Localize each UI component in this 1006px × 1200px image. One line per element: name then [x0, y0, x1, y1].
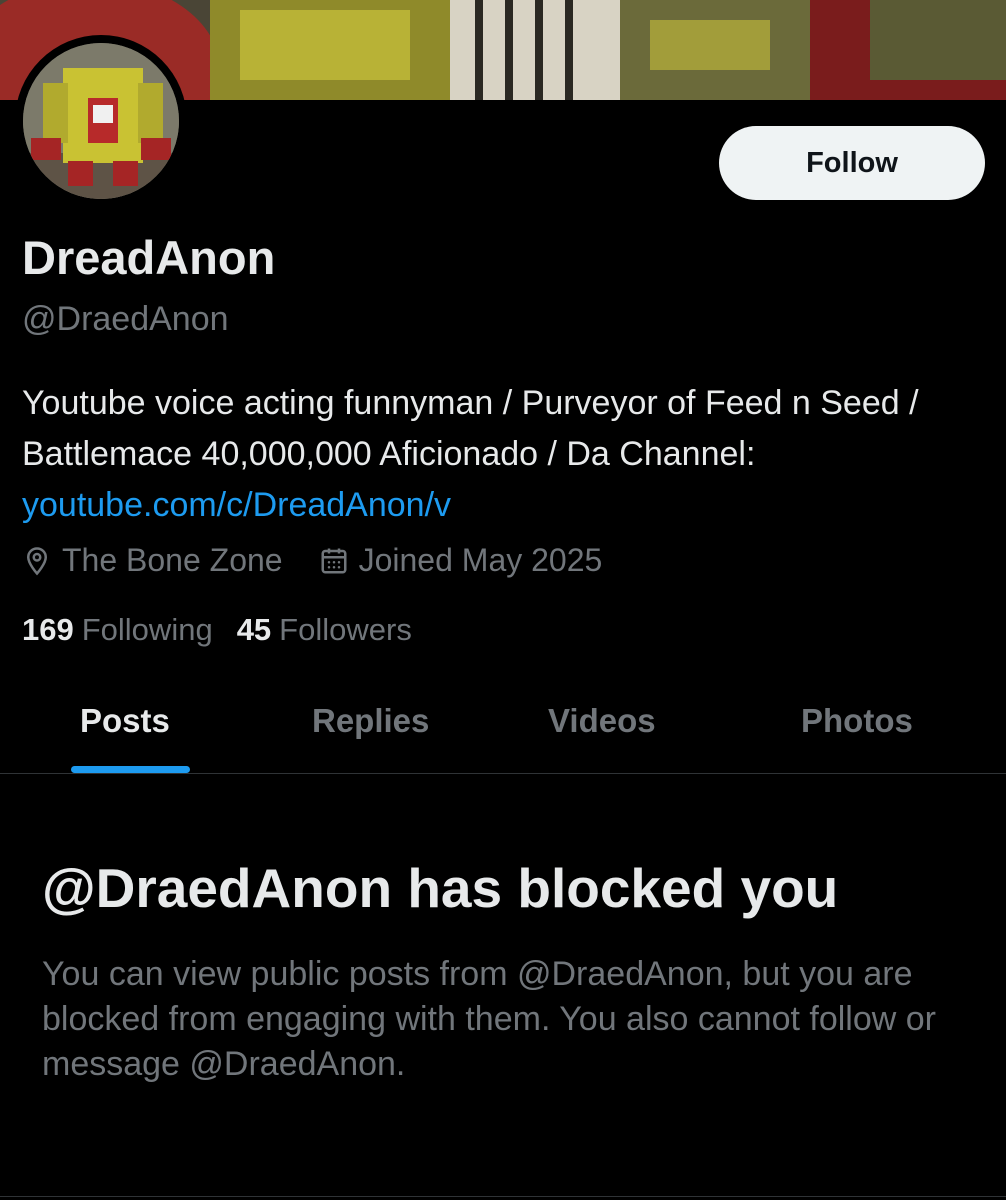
- following-label: Following: [81, 612, 213, 647]
- active-tab-indicator: [71, 766, 190, 773]
- display-name: DreadAnon: [22, 231, 276, 284]
- calendar-icon: [321, 548, 347, 573]
- follow-button[interactable]: Follow: [719, 126, 985, 200]
- follow-counts: 169 Following 45 Followers: [22, 612, 436, 648]
- bio-text: Youtube voice acting funnyman / Purveyor…: [22, 384, 919, 473]
- followers-link[interactable]: 45 Followers: [237, 612, 412, 648]
- joined-text: Joined May 2025: [358, 542, 603, 578]
- tab-replies[interactable]: Replies: [312, 702, 429, 740]
- username-handle: @DraedAnon: [22, 300, 229, 338]
- tab-posts[interactable]: Posts: [80, 702, 170, 740]
- profile-avatar[interactable]: [15, 35, 187, 207]
- bio-link[interactable]: youtube.com/c/DreadAnon/v: [22, 486, 451, 524]
- location-item: The Bone Zone: [22, 542, 283, 579]
- tab-photos[interactable]: Photos: [801, 702, 913, 740]
- location-pin-icon: [26, 546, 48, 575]
- profile-tabs: Posts Replies Videos Photos: [0, 690, 1006, 774]
- divider: [0, 1196, 1006, 1197]
- joined-item: Joined May 2025: [319, 542, 603, 579]
- followers-label: Followers: [279, 612, 412, 647]
- tab-videos[interactable]: Videos: [548, 702, 656, 740]
- following-count: 169: [22, 612, 74, 647]
- profile-bio: Youtube voice acting funnyman / Purveyor…: [22, 378, 962, 531]
- profile-meta: The Bone Zone Joined May 2025: [22, 542, 638, 579]
- following-link[interactable]: 169 Following: [22, 612, 213, 648]
- followers-count: 45: [236, 612, 272, 647]
- location-text: The Bone Zone: [62, 542, 283, 578]
- blocked-title: @DraedAnon has blocked you: [42, 857, 839, 919]
- avatar-image: [23, 43, 179, 199]
- blocked-description: You can view public posts from @DraedAno…: [42, 955, 936, 1083]
